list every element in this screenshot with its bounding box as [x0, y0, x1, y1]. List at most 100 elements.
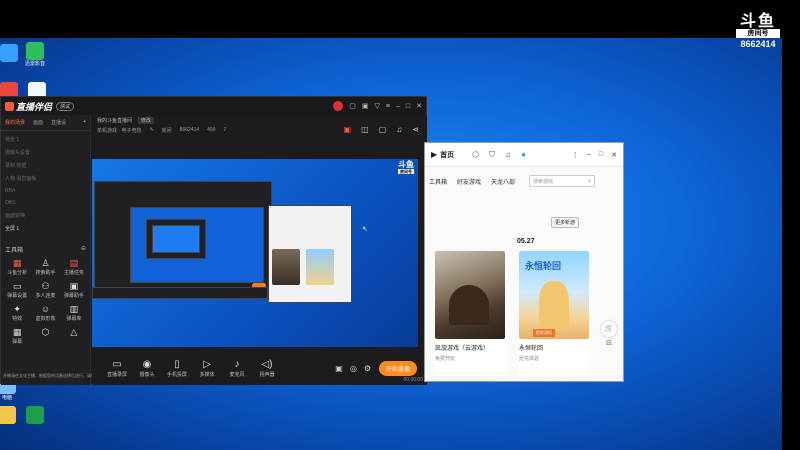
edit-title-button[interactable]: 修改 — [138, 117, 155, 124]
stream-preview[interactable]: 斗鱼 房间号 ↖ — [92, 159, 418, 347]
scene-item[interactable]: 人物 消息面板 — [5, 172, 86, 185]
gift-box-icon[interactable]: ▣ — [344, 125, 352, 134]
shield-icon[interactable]: ⬡ — [472, 150, 479, 160]
camera-icon: ◉ — [142, 358, 152, 370]
preview-watermark: 斗鱼 房间号 — [398, 160, 414, 174]
minimize-icon[interactable]: – — [396, 103, 400, 110]
play-icon: ▶ — [431, 150, 438, 159]
tool-item[interactable]: ⚇ 多人连麦 — [31, 281, 59, 299]
toolbox-title: 工具箱 — [5, 248, 24, 254]
toolbox-grid: ▦ 斗鱼分析 ♙ 搜索助手 ▤ 主播任务 ▭ 弹幕设置 ⚇ 多人连麦 ▣ 弹幕助手 ✦ 特效 … — [1, 258, 90, 345]
category-selector[interactable]: 单机游戏 · 电子竞技 — [97, 127, 141, 134]
video-icon[interactable]: ▣ — [335, 364, 343, 373]
collapse-icon[interactable]: ⊖ — [81, 245, 86, 254]
close-icon[interactable]: ✕ — [416, 102, 422, 110]
desktop-icon[interactable] — [20, 406, 50, 426]
search-input[interactable]: 搜索游戏 ⌕ — [529, 175, 596, 187]
microphone-button[interactable]: ♪ 麦克风 — [222, 359, 252, 378]
minimize-icon[interactable]: – — [587, 151, 591, 159]
tab-settings[interactable]: 直播设 — [51, 119, 66, 126]
tool-item[interactable]: ▣ 弹幕助手 — [60, 281, 88, 299]
game-status: 免费开玩 — [435, 356, 456, 362]
scene-sidebar: 我的场景 画面 直播设 + 场景 1 摄像头设置 录制 数据 人物 消息面板 R… — [1, 115, 119, 385]
maximize-icon[interactable]: □ — [599, 151, 603, 159]
phone-cast-button[interactable]: ▯ 手机投屏 — [162, 359, 192, 378]
settings-icon[interactable]: ⚙ — [364, 364, 371, 373]
game-launcher-window: ▶ 首页 ⬡ ⛉ ♫ ● ⋮ – □ ✕ 工具箱 好友游戏 天龙八部 搜索游戏 … — [424, 142, 624, 382]
launcher-titlebar: ▶ 首页 ⬡ ⛉ ♫ ● ⋮ – □ ✕ — [425, 143, 623, 167]
close-icon[interactable]: ✕ — [611, 151, 617, 159]
folder-icon — [0, 406, 16, 424]
scene-item[interactable]: 场景 1 — [5, 133, 86, 146]
screen-record-button[interactable]: ▭ 直播录屏 — [102, 359, 132, 378]
screen-icon[interactable]: ▢ — [379, 125, 387, 134]
scene-item[interactable]: 全屏 1 — [5, 222, 86, 235]
tool-item[interactable]: ▥ 弹幕库 — [60, 304, 88, 322]
game-card[interactable]: 永恒轮回 首发测试 永恒轮回 抢先体验 — [519, 251, 591, 377]
tool-item[interactable]: ☺ 虚拟形象 — [31, 304, 59, 322]
tool-item[interactable]: ▤ 主播任务 — [60, 258, 88, 276]
first-test-badge: 首发测试 — [533, 329, 555, 337]
bell-icon[interactable]: ♫ — [396, 125, 402, 134]
gift-icon[interactable]: ▣ — [362, 102, 369, 110]
desktop-icon[interactable] — [0, 406, 22, 426]
beta-badge: 测试 — [56, 101, 75, 111]
chat-icon: ▣ — [69, 281, 79, 291]
game-card[interactable]: 凯旋游戏（云游戏） 免费开玩 — [435, 251, 507, 377]
nav-item[interactable]: 天龙八部 — [491, 177, 515, 186]
pencil-icon[interactable]: ✎ — [149, 127, 153, 134]
watermark-tag: 房间号 — [736, 29, 780, 38]
avatar-icon: ☺ — [40, 304, 51, 314]
room-title: 我的斗鱼直播间 — [97, 118, 133, 124]
record-icon[interactable]: ◫ — [361, 125, 369, 134]
mic-icon: ♪ — [234, 358, 240, 370]
library-icon: ▥ — [69, 304, 79, 314]
scene-item[interactable]: 画面转换 — [5, 209, 86, 222]
scene-item[interactable]: OBS — [5, 197, 86, 209]
download-icon[interactable]: ⊟ — [601, 339, 617, 351]
video-player-icon — [26, 42, 44, 60]
avatar[interactable]: ● — [521, 150, 526, 160]
more-icon[interactable]: ⋮ — [572, 151, 579, 159]
add-icon[interactable]: + — [83, 119, 86, 126]
release-date: 05.27 — [517, 238, 535, 245]
monitor-icon: ▭ — [112, 358, 122, 370]
camera-button[interactable]: ◉ 摄像头 — [132, 359, 162, 378]
tool-item[interactable]: ▦ 弹幕 — [3, 327, 31, 345]
share-icon[interactable]: ⋖ — [412, 125, 419, 134]
speaker-button[interactable]: ◁) 扬声器 — [252, 359, 282, 378]
nav-item[interactable]: 好友游戏 — [457, 177, 481, 186]
tool-item[interactable]: ✦ 特效 — [3, 304, 31, 322]
tool-item[interactable]: △ — [60, 327, 88, 345]
fans-count: 499 — [207, 127, 216, 133]
hexagon-icon: ⬡ — [41, 327, 50, 337]
bell-icon[interactable]: ♫ — [505, 150, 511, 160]
maximize-icon[interactable]: □ — [406, 103, 410, 110]
menu-icon[interactable]: ≡ — [386, 103, 390, 110]
avatar[interactable] — [333, 101, 344, 111]
scene-item[interactable]: 摄像头设置 — [5, 146, 86, 159]
more-games-button[interactable]: 更多新游 — [551, 217, 580, 228]
cart-icon[interactable]: 🛒 — [601, 321, 617, 337]
message-icon[interactable]: ▢ — [349, 102, 356, 110]
effect-icon: ✦ — [13, 304, 21, 314]
go-live-button[interactable]: 开始直播 — [378, 360, 417, 376]
app-title: 直播伴侣 — [16, 101, 53, 112]
shirt-icon[interactable]: ⛉ — [489, 150, 495, 160]
tool-item[interactable]: ▭ 弹幕设置 — [3, 281, 31, 299]
search-icon: ⌕ — [588, 178, 592, 184]
media-button[interactable]: ▷ 多媒体 — [192, 359, 222, 378]
nav-item[interactable]: 工具箱 — [429, 177, 447, 186]
skin-icon[interactable]: ▽ — [375, 102, 380, 110]
tool-item[interactable]: ⬡ — [31, 327, 59, 345]
eye-icon[interactable]: ◎ — [350, 364, 357, 373]
tool-item[interactable]: ▦ 斗鱼分析 — [3, 258, 31, 276]
scene-item[interactable]: RBA — [5, 185, 86, 197]
speaker-icon: ◁) — [261, 358, 273, 370]
tab-canvas[interactable]: 画面 — [33, 119, 43, 126]
desktop-icon[interactable]: 迅雷影音 — [20, 42, 50, 68]
room-number: 8662414 — [179, 127, 200, 133]
scene-item[interactable]: 录制 数据 — [5, 159, 86, 172]
tab-scenes[interactable]: 我的场景 — [5, 119, 25, 126]
tool-item[interactable]: ♙ 搜索助手 — [31, 258, 59, 276]
